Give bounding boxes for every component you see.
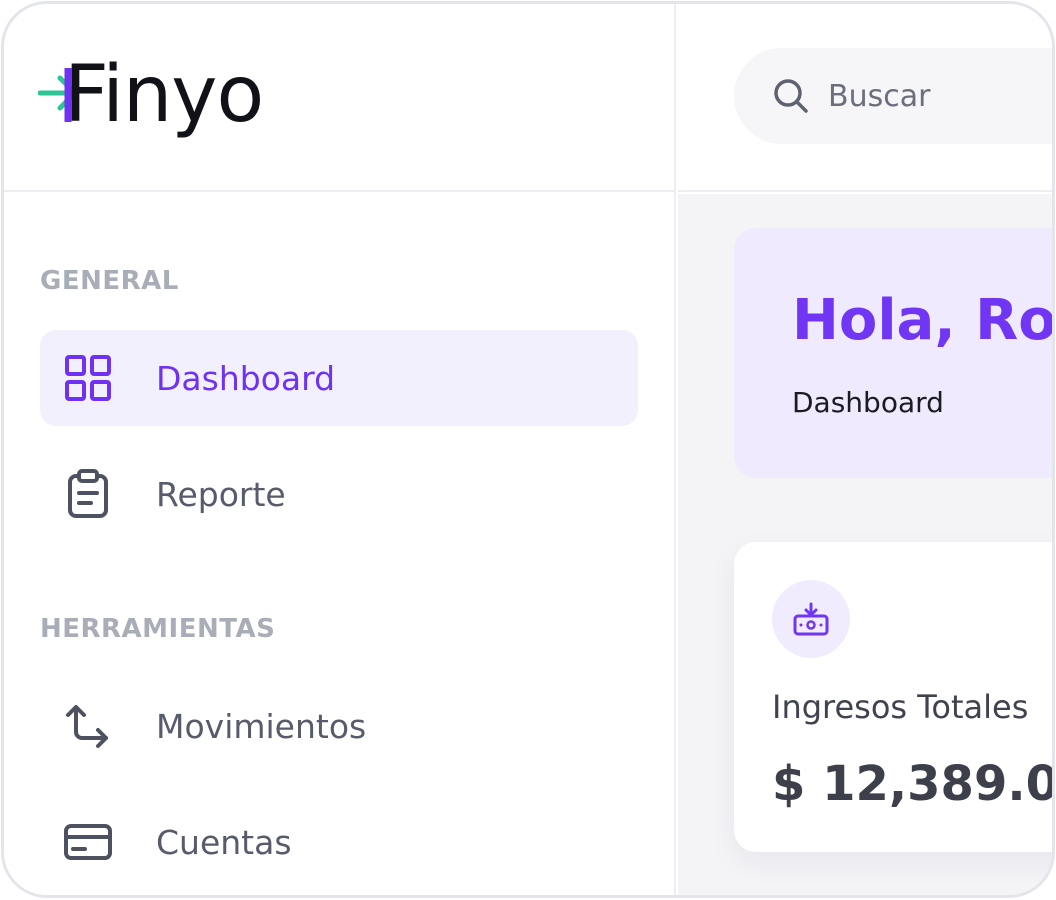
search-bar[interactable] [734,48,1052,144]
grid-icon [62,352,114,404]
sidebar-item-dashboard[interactable]: Dashboard [40,330,638,426]
transfer-arrows-icon [62,700,114,752]
search-icon [774,79,808,113]
welcome-banner: Hola, Ros Dashboard [734,228,1055,478]
stat-value: $ 12,389.00 [772,756,1052,812]
sidebar-item-label: Dashboard [156,358,336,398]
brand-name: Finyo [64,50,264,140]
topbar [678,4,1052,192]
sidebar-item-cuentas[interactable]: Cuentas [40,794,638,890]
section-title-general: GENERAL [40,266,179,296]
search-input[interactable] [828,78,1052,114]
credit-card-icon [62,816,114,868]
welcome-title: Hola, Ros [792,288,1055,353]
sidebar-header: Finyo [4,4,674,192]
main-content: Hola, Ros Dashboard Ingresos Totales $ 1… [678,194,1052,895]
stat-card-ingresos[interactable]: Ingresos Totales $ 12,389.00 [734,542,1052,852]
section-title-herramientas: HERRAMIENTAS [40,614,276,644]
breadcrumb: Dashboard [792,386,944,419]
sidebar-item-reporte[interactable]: Reporte [40,446,638,542]
sidebar-item-movimientos[interactable]: Movimientos [40,678,638,774]
logo[interactable]: Finyo [38,50,278,150]
sidebar-item-label: Reporte [156,474,286,514]
stat-label: Ingresos Totales [772,688,1029,726]
sidebar: Finyo GENERAL Dashboard Reporte HERRAMIE… [4,4,676,895]
sidebar-item-label: Cuentas [156,822,292,862]
clipboard-icon [62,468,114,520]
sidebar-item-label: Movimientos [156,706,367,746]
money-deposit-icon [772,580,850,658]
app-window: Finyo GENERAL Dashboard Reporte HERRAMIE… [1,1,1055,898]
